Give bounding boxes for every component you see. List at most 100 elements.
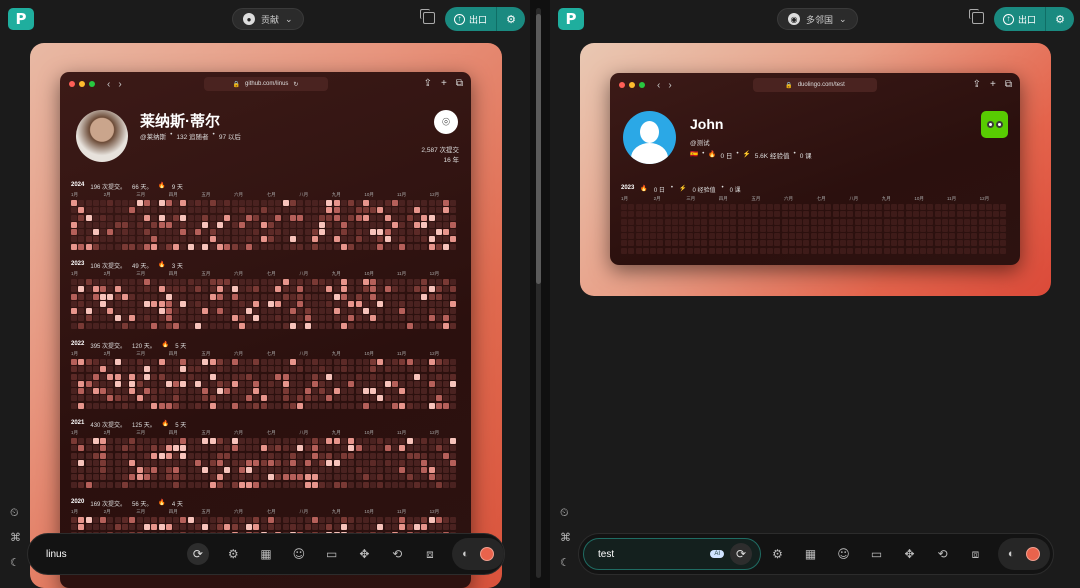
username-input[interactable]: test AI ⟳ bbox=[583, 538, 761, 570]
settings-sliders-icon[interactable]: ⚙ bbox=[497, 7, 525, 31]
contribution-cell bbox=[158, 293, 165, 300]
color-picker[interactable]: ◐ bbox=[452, 538, 505, 570]
contribution-cell bbox=[304, 517, 311, 523]
activity-cell bbox=[1000, 218, 1007, 225]
month-label: 11月 bbox=[397, 509, 407, 514]
contribution-cell bbox=[297, 474, 304, 481]
contribution-cell bbox=[216, 279, 223, 285]
window-icon[interactable]: ▭ bbox=[860, 538, 893, 570]
sliders-icon[interactable]: ⚙ bbox=[761, 538, 794, 570]
contribution-cell bbox=[275, 279, 282, 285]
app-logo[interactable]: P bbox=[558, 8, 584, 30]
contribution-cell bbox=[435, 373, 442, 380]
contribution-cell bbox=[362, 452, 369, 459]
contribution-cell bbox=[428, 366, 435, 373]
contribution-cell bbox=[129, 200, 136, 206]
schedule-icon[interactable]: ⏲ bbox=[560, 506, 569, 520]
copy-icon[interactable] bbox=[420, 9, 435, 24]
month-label: 四月 bbox=[168, 509, 178, 514]
contribution-cell bbox=[450, 481, 457, 488]
contribution-cell bbox=[355, 229, 362, 236]
contribution-cell bbox=[100, 380, 107, 387]
contribution-cell bbox=[195, 467, 202, 474]
activity-cell bbox=[635, 240, 642, 247]
contribution-cell bbox=[136, 243, 143, 250]
settings-sliders-icon[interactable]: ⚙ bbox=[1046, 7, 1074, 31]
moon-icon[interactable]: ☾ bbox=[560, 556, 570, 569]
activity-cell bbox=[715, 233, 722, 240]
contribution-cell bbox=[399, 200, 406, 206]
color-swatch[interactable] bbox=[480, 547, 495, 561]
contribution-cell bbox=[224, 236, 231, 243]
color-picker[interactable]: ◐ bbox=[998, 538, 1050, 570]
export-button[interactable]: ↑ 出口 bbox=[994, 7, 1046, 31]
calendar-icon[interactable]: ▦ bbox=[250, 538, 283, 570]
color-swatch[interactable] bbox=[1026, 547, 1041, 561]
layers-icon[interactable]: ⧈ bbox=[959, 538, 992, 570]
platform-selector[interactable]: ◉ 多邻国 ⌄ bbox=[777, 8, 858, 30]
rotate-icon[interactable]: ⟲ bbox=[381, 538, 414, 570]
export-button[interactable]: ↑ 出口 bbox=[445, 7, 497, 31]
contribution-cell bbox=[78, 380, 85, 387]
app-logo[interactable]: P bbox=[8, 8, 34, 30]
window-icon[interactable]: ▭ bbox=[315, 538, 348, 570]
contribution-cell bbox=[304, 474, 311, 481]
contribution-cell bbox=[78, 293, 85, 300]
contribution-cell bbox=[450, 236, 457, 243]
smile-icon[interactable]: ☺ bbox=[282, 538, 315, 570]
contribution-cell bbox=[151, 322, 158, 329]
move-icon[interactable]: ✥ bbox=[348, 538, 381, 570]
scrollbar-thumb[interactable] bbox=[536, 14, 541, 284]
schedule-icon[interactable]: ⏲ bbox=[10, 506, 19, 520]
activity-cell bbox=[942, 204, 949, 210]
contribution-cell bbox=[173, 207, 180, 214]
contribution-cell bbox=[450, 467, 457, 474]
contribution-cell bbox=[421, 524, 428, 531]
contribution-cell bbox=[268, 322, 275, 329]
contribution-cell bbox=[443, 388, 450, 395]
contribution-cell bbox=[180, 286, 187, 293]
sliders-icon[interactable]: ⚙ bbox=[217, 538, 250, 570]
refresh-icon[interactable]: ⟳ bbox=[730, 543, 752, 565]
calendar-icon[interactable]: ▦ bbox=[794, 538, 827, 570]
contribution-cell bbox=[92, 452, 99, 459]
contribution-cell bbox=[231, 279, 238, 285]
contribution-cell bbox=[92, 474, 99, 481]
contribution-cell bbox=[195, 395, 202, 402]
activity-cell bbox=[774, 233, 781, 240]
activity-cell bbox=[818, 225, 825, 232]
layers-icon[interactable]: ⧈ bbox=[414, 538, 447, 570]
rotate-icon[interactable]: ⟲ bbox=[926, 538, 959, 570]
contribution-cell bbox=[443, 438, 450, 444]
contribution-cell bbox=[238, 474, 245, 481]
platform-selector[interactable]: ● 贡献 ⌄ bbox=[232, 8, 304, 30]
activity-cell bbox=[803, 240, 810, 247]
contribution-cell bbox=[377, 467, 384, 474]
contribution-cell bbox=[406, 481, 413, 488]
contribution-cell bbox=[282, 452, 289, 459]
username-input[interactable]: linus ⟳ bbox=[32, 538, 217, 570]
command-icon[interactable]: ⌘ bbox=[10, 531, 21, 544]
command-icon[interactable]: ⌘ bbox=[560, 531, 571, 544]
activity-cell bbox=[825, 233, 832, 240]
copy-icon[interactable] bbox=[969, 9, 984, 24]
contribution-cell bbox=[311, 207, 318, 214]
smile-icon[interactable]: ☺ bbox=[827, 538, 860, 570]
contribution-cell bbox=[370, 388, 377, 395]
refresh-icon[interactable]: ⟳ bbox=[186, 543, 209, 565]
activity-cell bbox=[781, 240, 788, 247]
contribution-cell bbox=[413, 388, 420, 395]
contribution-cell bbox=[450, 308, 457, 315]
activity-cell bbox=[978, 233, 985, 240]
contribution-cell bbox=[362, 236, 369, 243]
contribution-cell bbox=[275, 467, 282, 474]
contribution-cell bbox=[165, 388, 172, 395]
moon-icon[interactable]: ☾ bbox=[10, 556, 20, 569]
move-icon[interactable]: ✥ bbox=[893, 538, 926, 570]
month-label: 六月 bbox=[784, 196, 793, 201]
activity-cell bbox=[672, 240, 679, 247]
contribution-cell bbox=[370, 524, 377, 531]
activity-cell bbox=[715, 204, 722, 210]
contribution-cell bbox=[180, 445, 187, 452]
contribution-cell bbox=[333, 402, 340, 409]
